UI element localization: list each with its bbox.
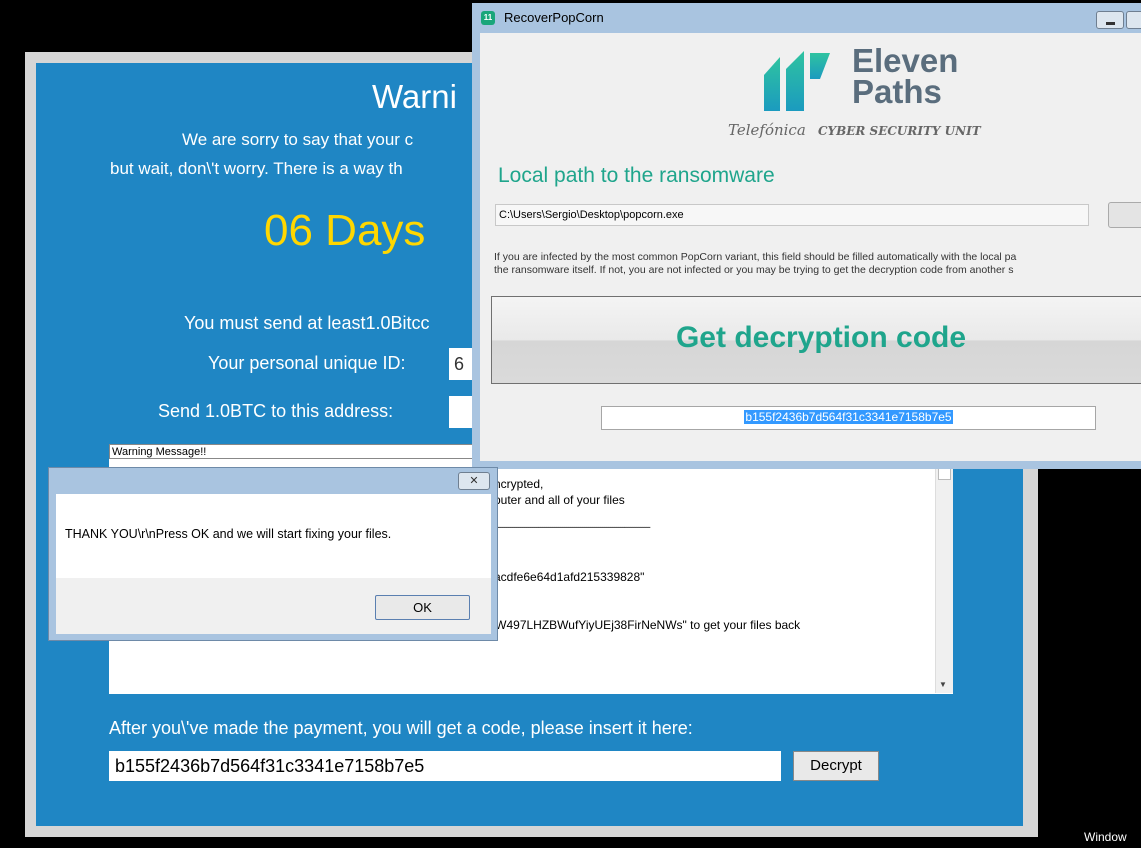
message-line: puter and all of your files <box>494 493 625 507</box>
message-line: ----------------------------------------… <box>494 522 651 532</box>
get-decryption-code-button[interactable]: Get decryption code <box>491 296 1141 384</box>
info-text-line-1: If you are infected by the most common P… <box>494 251 1017 263</box>
app-icon: 11 <box>481 11 495 25</box>
close-icon[interactable]: ✕ <box>458 472 490 490</box>
thank-you-dialog: ✕ THANK YOU\r\nPress OK and we will star… <box>48 467 498 641</box>
scroll-down-arrow-icon[interactable]: ▼ <box>939 680 947 689</box>
recover-popcorn-window: 11 RecoverPopCorn Eleven Paths Telefónic… <box>472 3 1141 469</box>
info-text-line-2: the ransomware itself. If not, you are n… <box>494 264 1014 276</box>
maximize-button[interactable] <box>1126 11 1141 29</box>
browse-button[interactable] <box>1108 202 1141 228</box>
btc-address-label: Send 1.0BTC to this address: <box>158 401 394 421</box>
title-bar[interactable]: 11 RecoverPopCorn <box>472 3 1141 33</box>
payment-instruction: You must send at least1.0Bitcc <box>184 313 430 333</box>
logo-line-2: Paths <box>852 73 942 110</box>
ransomware-path-heading: Local path to the ransomware <box>498 164 775 187</box>
dialog-message: THANK YOU\r\nPress OK and we will start … <box>65 527 392 541</box>
insert-code-instruction: After you\'ve made the payment, you will… <box>109 718 693 738</box>
telefonica-logo-text: Telefónica <box>728 121 806 139</box>
window-title: RecoverPopCorn <box>504 10 604 25</box>
decryption-code-output[interactable]: b155f2436b7d564f31c3341e7158b7e5 <box>601 406 1096 430</box>
elevenpaths-logo-text: Eleven Paths <box>852 42 959 110</box>
ok-button[interactable]: OK <box>375 595 470 620</box>
dialog-footer: OK <box>56 578 491 634</box>
message-line: ncrypted, <box>494 477 544 491</box>
logo-line-1: Eleven <box>852 42 959 79</box>
ransom-subtitle-2: but wait, don\'t worry. There is a way t… <box>110 159 403 178</box>
taskbar-text: Window <box>1084 830 1127 844</box>
cyber-security-unit-text: CYBER SECURITY UNIT <box>818 124 981 138</box>
ransom-title: Warni <box>372 78 457 115</box>
message-line: acdfe6e64d1afd215339828" <box>494 570 645 584</box>
selected-code-text: b155f2436b7d564f31c3341e7158b7e5 <box>744 410 953 424</box>
decrypt-button[interactable]: Decrypt <box>793 751 879 781</box>
ransomware-path-field[interactable]: C:\Users\Sergio\Desktop\popcorn.exe <box>495 204 1089 226</box>
recover-window-body: Eleven Paths Telefónica CYBER SECURITY U… <box>480 33 1141 461</box>
unique-id-label: Your personal unique ID: <box>208 353 406 373</box>
message-scrollbar[interactable]: ▼ <box>935 460 953 693</box>
ransom-subtitle-1: We are sorry to say that your c <box>182 130 414 149</box>
elevenpaths-logo-icon <box>764 51 830 111</box>
countdown-timer: 06 Days <box>264 206 426 255</box>
minimize-button[interactable] <box>1096 11 1124 29</box>
dialog-content: THANK YOU\r\nPress OK and we will start … <box>56 494 491 578</box>
decryption-code-input[interactable]: b155f2436b7d564f31c3341e7158b7e5 <box>109 751 781 781</box>
